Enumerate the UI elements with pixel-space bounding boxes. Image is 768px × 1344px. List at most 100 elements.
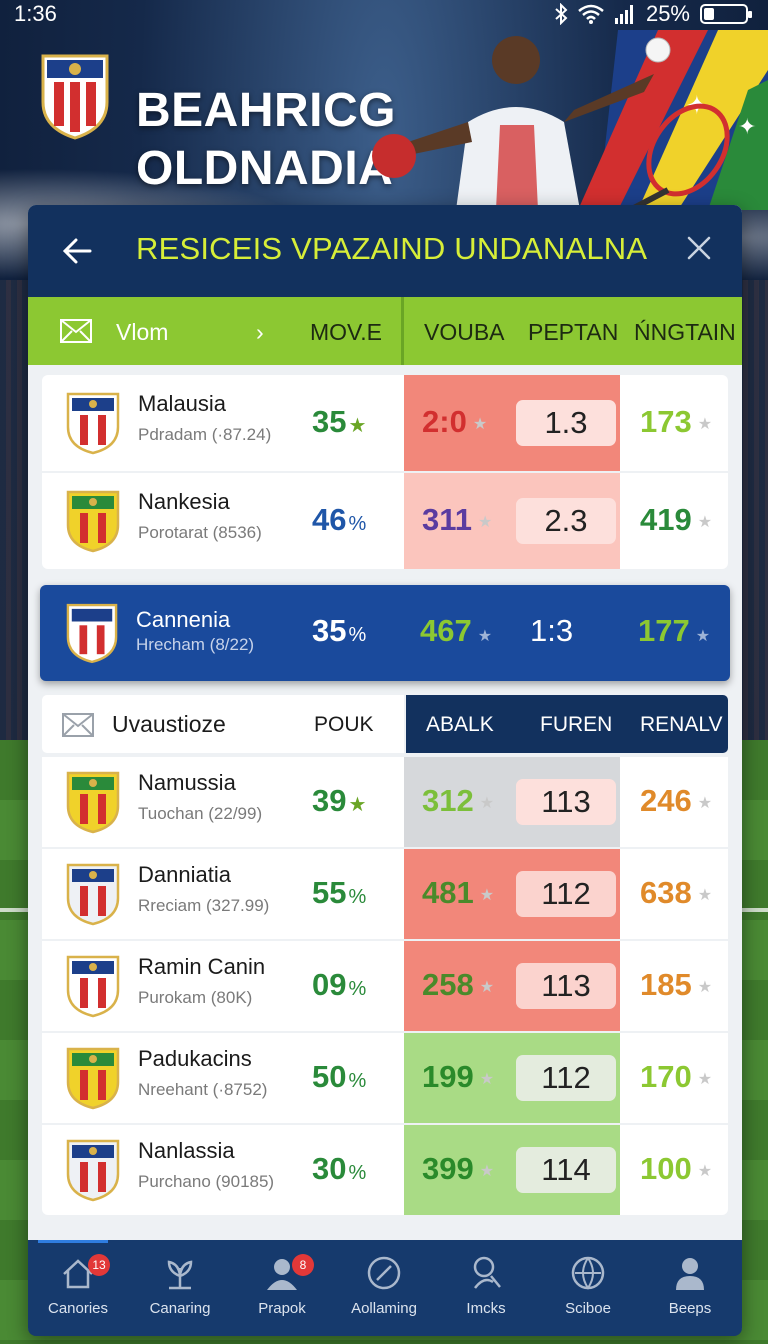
team-row[interactable]: Danniatia Rreciam (327.99) 55% 481 ★ 112 638 ★ xyxy=(42,849,728,939)
team-val1-value: 467 xyxy=(420,613,472,648)
team-percent-unit: ★ xyxy=(348,415,367,437)
team-row[interactable]: Namussia Tuochan (22/99) 39 ★ 312 ★ 113 246 ★ xyxy=(42,757,728,847)
star-icon: ★ xyxy=(479,1070,495,1088)
team-val1: 312 ★ xyxy=(422,783,494,819)
section2-right: ABALK FUREN RENALV xyxy=(406,695,728,753)
tab-vlom[interactable]: Vlom › MOV.E xyxy=(28,297,404,365)
col-header-move[interactable]: MOV.E xyxy=(310,319,382,346)
mail-icon xyxy=(62,713,94,737)
team-val2: 113 xyxy=(516,779,616,825)
team-percent-unit: % xyxy=(348,1070,367,1092)
nav-item[interactable]: Canories 13 xyxy=(28,1248,128,1328)
team-val1-value: 399 xyxy=(422,1151,474,1186)
hero-player-image: ✦ ✦ xyxy=(372,30,768,210)
col-header-peptan[interactable]: PEPTAN xyxy=(528,319,618,346)
team-percent-value: 35 xyxy=(312,613,347,648)
close-icon[interactable] xyxy=(684,233,714,263)
col-header-pouk[interactable]: POUK xyxy=(314,713,374,737)
team-name: Namussia xyxy=(138,770,236,795)
card-title: RESICEIS VPAZAIND UNDANALNA xyxy=(136,231,648,266)
team-row[interactable]: Nankesia Porotarat (8536) 46% 311 ★ 2.3 419 ★ xyxy=(42,473,728,569)
col-header-furen[interactable]: FUREN xyxy=(540,713,612,737)
team-sub: Purokam (80K) xyxy=(138,988,253,1007)
section2-header: Uvaustioze POUK ABALK FUREN RENALV xyxy=(42,695,728,753)
nav-item[interactable]: Sciboe xyxy=(538,1248,638,1328)
team-val1-value: 311 xyxy=(422,502,473,537)
team-percent-value: 55 xyxy=(312,875,347,910)
team-row[interactable]: Nanlassia Purchano (90185) 30% 399 ★ 114 100 ★ xyxy=(42,1125,728,1215)
search-user-icon xyxy=(473,1256,501,1289)
back-arrow-icon[interactable] xyxy=(60,233,96,269)
team-sub: Porotarat (8536) xyxy=(138,523,262,542)
team-crest-icon xyxy=(66,391,120,455)
mail-icon xyxy=(60,319,92,343)
team-val2-value: 113 xyxy=(541,784,591,819)
card-header: RESICEIS VPAZAIND UNDANALNA xyxy=(28,205,742,297)
team-sub: Hrecham (8/22) xyxy=(136,635,255,654)
nav-item[interactable]: Prapok 8 xyxy=(232,1248,332,1328)
team-name: Nankesia xyxy=(138,489,230,514)
col-header-ngtain[interactable]: ŃNGTAIN xyxy=(634,319,736,346)
team-val1: 199 ★ xyxy=(422,1059,494,1095)
nav-label: Beeps xyxy=(668,1300,712,1317)
team-name: Padukacins xyxy=(138,1046,252,1071)
nav-item[interactable]: Aollaming xyxy=(334,1248,434,1328)
team-val1-value: 312 xyxy=(422,783,474,818)
team-val2-value: 112 xyxy=(541,1060,591,1095)
status-time: 1:36 xyxy=(14,1,57,26)
team-sub: Pdradam (·87.24) xyxy=(138,425,272,444)
team-name: Cannenia xyxy=(136,607,231,632)
highlighted-team-row[interactable]: Cannenia Hrecham (8/22) 35% 467 ★ 1:3 177… xyxy=(40,585,730,681)
team-name: Danniatia xyxy=(138,862,231,887)
team-crest-icon xyxy=(66,1138,120,1202)
team-crest-icon xyxy=(66,1046,120,1110)
team-percent-value: 39 xyxy=(312,783,347,818)
star-icon: ★ xyxy=(479,794,495,812)
chevron-right-icon: › xyxy=(256,319,264,345)
col-header-abalk[interactable]: ABALK xyxy=(426,713,494,737)
team-percent: 39 ★ xyxy=(312,783,402,819)
team-val1-value: 199 xyxy=(422,1059,474,1094)
star-icon: ★ xyxy=(477,628,493,645)
nav-item[interactable]: Beeps xyxy=(640,1248,740,1328)
standings-card: RESICEIS VPAZAIND UNDANALNA Vlom › MOV.E… xyxy=(28,205,742,1335)
star-icon: ★ xyxy=(479,1162,495,1180)
team-val1: 311 ★ xyxy=(422,502,492,538)
team-val3: 177 ★ xyxy=(638,613,710,649)
hero-title-line2: OLDNADIA xyxy=(136,142,394,195)
team-crest-icon xyxy=(66,862,120,926)
team-val2: 112 xyxy=(516,871,616,917)
battery-icon xyxy=(700,4,752,24)
column-tab-bar: Vlom › MOV.E VOUBA PEPTAN ŃNGTAIN xyxy=(28,297,742,365)
star-icon: ★ xyxy=(479,978,495,996)
notification-badge: 8 xyxy=(292,1254,314,1276)
team-val3: 638 ★ xyxy=(640,875,712,911)
team-val2: 113 xyxy=(516,963,616,1009)
star-icon: ★ xyxy=(697,794,713,812)
section2-left[interactable]: Uvaustioze POUK xyxy=(42,695,404,753)
team-row[interactable]: Padukacins Nreehant (·8752) 50% 199 ★ 112 170 ★ xyxy=(42,1033,728,1123)
team-val1-value: 2:0 xyxy=(422,404,467,439)
col-header-vouba[interactable]: VOUBA xyxy=(424,319,505,346)
nav-label: Aollaming xyxy=(351,1300,417,1317)
nav-item[interactable]: Imcks xyxy=(436,1248,536,1328)
notification-badge: 13 xyxy=(88,1254,110,1276)
team-row[interactable]: Ramin Canin Purokam (80K) 09% 258 ★ 113 185 ★ xyxy=(42,941,728,1031)
hero-title-line1: BEAHRICG xyxy=(136,84,397,137)
team-percent-unit: % xyxy=(348,886,367,908)
star-icon: ★ xyxy=(697,886,713,904)
col-header-renalv[interactable]: RENALV xyxy=(640,713,722,737)
nav-label: Sciboe xyxy=(565,1300,611,1317)
team-percent-value: 50 xyxy=(312,1059,347,1094)
team-row[interactable]: Malausia Pdradam (·87.24) 35 ★ 2:0 ★ 1.3 173 ★ xyxy=(42,375,728,471)
star-icon: ★ xyxy=(478,513,493,531)
team-crest-icon xyxy=(66,489,120,553)
tab-vlom-label: Vlom xyxy=(116,319,169,345)
nav-item[interactable]: Canaring xyxy=(130,1248,230,1328)
svg-text:✦: ✦ xyxy=(738,114,756,139)
team-val1: 481 ★ xyxy=(422,875,494,911)
nav-label: Imcks xyxy=(466,1300,506,1317)
hero-title: BEAHRICG OLDNADIA xyxy=(136,82,396,198)
star-icon: ★ xyxy=(695,628,711,645)
team-name: Ramin Canin xyxy=(138,954,266,979)
